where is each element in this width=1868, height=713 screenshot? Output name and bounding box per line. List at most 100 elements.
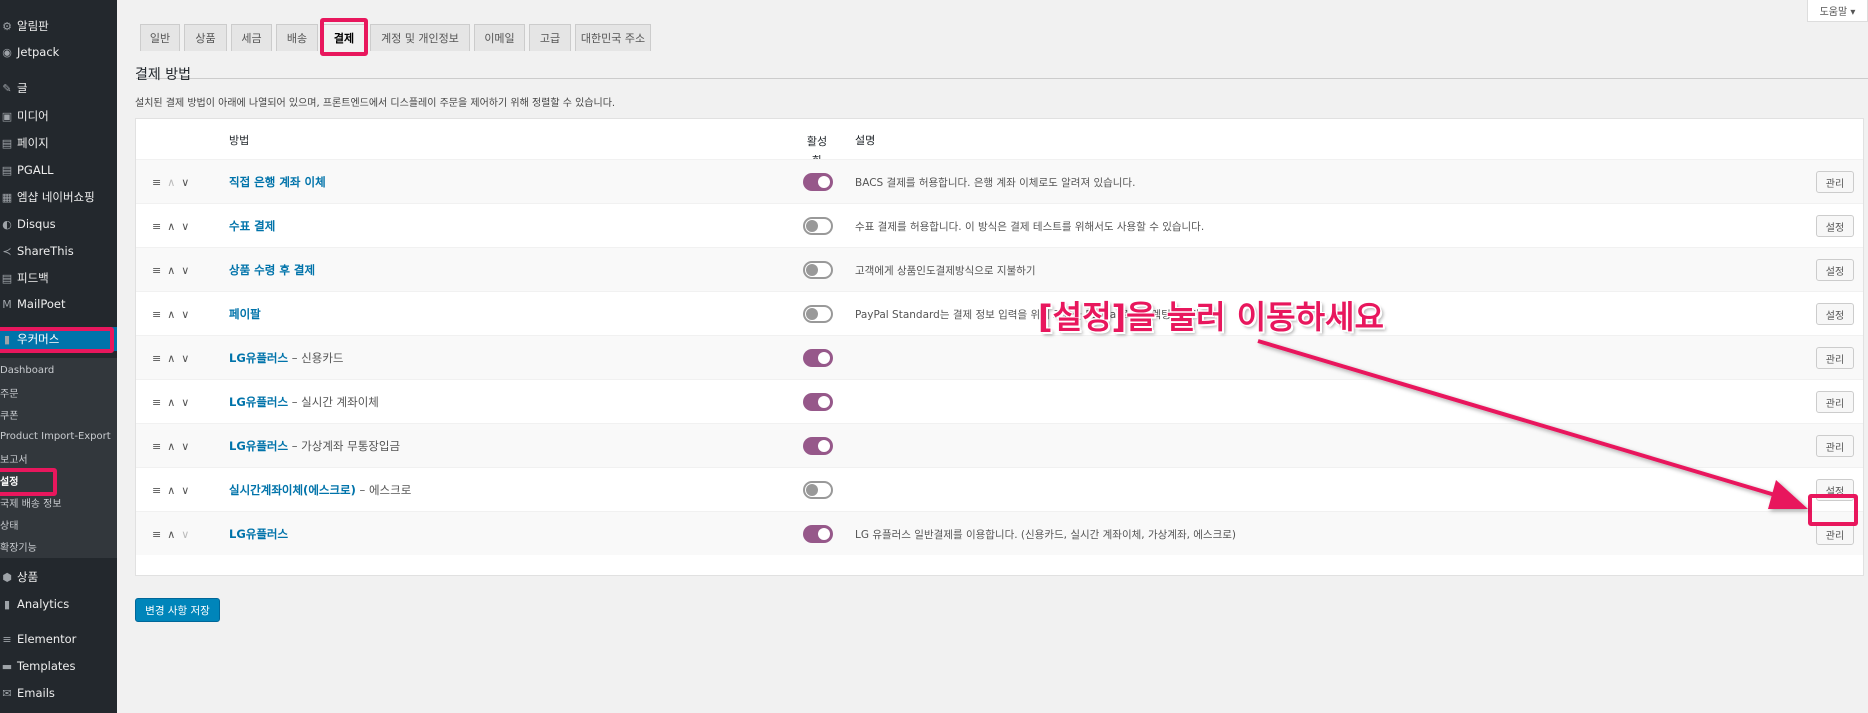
sort-controls[interactable]: ≡ ∧ ∨ (152, 438, 208, 454)
save-changes-button[interactable]: 변경 사항 저장 (135, 598, 220, 622)
gateway-name-link[interactable]: LG유플러스 (229, 526, 288, 542)
drag-handle-icon[interactable]: ≡ (152, 176, 161, 189)
enabled-toggle[interactable] (803, 437, 833, 455)
sidebar-item-pgall[interactable]: ▤ PGALL (0, 158, 117, 182)
gateway-name[interactable]: 직접 은행 계좌 이체 (229, 175, 326, 189)
submenu-item[interactable]: 주문 (0, 382, 117, 402)
sort-controls[interactable]: ≡ ∧ ∨ (152, 350, 208, 366)
sidebar-item-templates[interactable]: ▬ Templates (0, 654, 117, 678)
gateway-name[interactable]: 페이팔 (229, 307, 261, 321)
chevron-up-icon[interactable]: ∧ (167, 440, 175, 453)
gateway-name[interactable]: 실시간계좌이체(에스크로) (229, 483, 356, 497)
gateway-name[interactable]: LG유플러스 (229, 439, 288, 453)
gateway-name[interactable]: 상품 수령 후 결제 (229, 263, 315, 277)
gateway-name-link[interactable]: 페이팔 (229, 306, 261, 322)
gateway-name[interactable]: LG유플러스 (229, 527, 288, 541)
chevron-down-icon[interactable]: ∨ (181, 308, 189, 321)
enabled-toggle[interactable] (803, 525, 833, 543)
submenu-item[interactable]: 상태 (0, 514, 117, 534)
gateway-name[interactable]: LG유플러스 (229, 351, 288, 365)
sidebar-item-product[interactable]: ⬢ 상품 (0, 565, 117, 589)
tab-8[interactable]: 대한민국 주소 (575, 24, 651, 51)
sidebar-item-media[interactable]: ▣ 미디어 (0, 104, 117, 128)
gateway-name-link[interactable]: 실시간계좌이체(에스크로) – 에스크로 (229, 482, 411, 498)
setup-button[interactable]: 설정 (1816, 303, 1854, 325)
submenu-item[interactable]: 쿠폰 (0, 404, 117, 424)
drag-handle-icon[interactable]: ≡ (152, 220, 161, 233)
submenu-item[interactable]: Product Import-Export (0, 426, 117, 446)
enabled-toggle[interactable] (803, 261, 833, 279)
drag-handle-icon[interactable]: ≡ (152, 308, 161, 321)
sort-controls[interactable]: ≡ ∧ ∨ (152, 306, 208, 322)
tab-7[interactable]: 고급 (529, 24, 571, 51)
manage-button[interactable]: 관리 (1816, 347, 1854, 369)
sort-controls[interactable]: ≡ ∧ ∨ (152, 482, 208, 498)
manage-button[interactable]: 관리 (1816, 523, 1854, 545)
sidebar-item-mailpoet[interactable]: M MailPoet (0, 292, 117, 316)
setup-button[interactable]: 설정 (1816, 259, 1854, 281)
sidebar-item-analytics[interactable]: ▮ Analytics (0, 592, 117, 616)
manage-button[interactable]: 관리 (1816, 171, 1854, 193)
submenu-item[interactable]: Dashboard (0, 360, 117, 380)
gateway-name-link[interactable]: 상품 수령 후 결제 (229, 262, 315, 278)
gateway-name-link[interactable]: 직접 은행 계좌 이체 (229, 174, 326, 190)
chevron-down-icon[interactable]: ∨ (181, 352, 189, 365)
sidebar-item-pin[interactable]: ✎ 글 (0, 76, 117, 100)
sidebar-item-bell[interactable]: ⚙ 알림판 (0, 14, 117, 38)
enabled-toggle[interactable] (803, 173, 833, 191)
submenu-item[interactable]: 보고서 (0, 448, 117, 468)
enabled-toggle[interactable] (803, 393, 833, 411)
sort-controls[interactable]: ≡ ∧ ∨ (152, 174, 208, 190)
chevron-up-icon[interactable]: ∧ (167, 264, 175, 277)
chevron-up-icon[interactable]: ∧ (167, 308, 175, 321)
sidebar-item-disqus[interactable]: ◐ Disqus (0, 212, 117, 236)
drag-handle-icon[interactable]: ≡ (152, 396, 161, 409)
sidebar-item-shop[interactable]: ▦ 엠샵 네이버쇼핑 (0, 185, 117, 209)
drag-handle-icon[interactable]: ≡ (152, 528, 161, 541)
tab-6[interactable]: 이메일 (474, 24, 525, 51)
enabled-toggle[interactable] (803, 481, 833, 499)
drag-handle-icon[interactable]: ≡ (152, 440, 161, 453)
tab-2[interactable]: 세금 (231, 24, 272, 51)
gateway-name-link[interactable]: LG유플러스 – 가상계좌 무통장입금 (229, 438, 400, 454)
sort-controls[interactable]: ≡ ∧ ∨ (152, 526, 208, 542)
sidebar-item-feedback[interactable]: ▤ 피드백 (0, 266, 117, 290)
sort-controls[interactable]: ≡ ∧ ∨ (152, 394, 208, 410)
chevron-up-icon[interactable]: ∧ (167, 396, 175, 409)
gateway-name-link[interactable]: LG유플러스 – 실시간 계좌이체 (229, 394, 379, 410)
tab-3[interactable]: 배송 (276, 24, 318, 51)
chevron-down-icon[interactable]: ∨ (181, 176, 189, 189)
enabled-toggle[interactable] (803, 217, 833, 235)
tab-1[interactable]: 상품 (184, 24, 227, 51)
drag-handle-icon[interactable]: ≡ (152, 352, 161, 365)
sort-controls[interactable]: ≡ ∧ ∨ (152, 218, 208, 234)
drag-handle-icon[interactable]: ≡ (152, 484, 161, 497)
sort-controls[interactable]: ≡ ∧ ∨ (152, 262, 208, 278)
gateway-name-link[interactable]: LG유플러스 – 신용카드 (229, 350, 343, 366)
chevron-up-icon[interactable]: ∧ (167, 220, 175, 233)
sidebar-item-page[interactable]: ▤ 페이지 (0, 131, 117, 155)
setup-button[interactable]: 설정 (1816, 215, 1854, 237)
chevron-up-icon[interactable]: ∧ (167, 352, 175, 365)
chevron-up-icon[interactable]: ∧ (167, 484, 175, 497)
enabled-toggle[interactable] (803, 305, 833, 323)
tab-0[interactable]: 일반 (140, 24, 180, 51)
chevron-down-icon[interactable]: ∨ (181, 528, 189, 541)
enabled-toggle[interactable] (803, 349, 833, 367)
sidebar-item-jetpack[interactable]: ◉ Jetpack (0, 40, 117, 64)
tab-5[interactable]: 계정 및 개인정보 (370, 24, 470, 51)
chevron-down-icon[interactable]: ∨ (181, 440, 189, 453)
sidebar-item-emails[interactable]: ✉ Emails (0, 681, 117, 705)
manage-button[interactable]: 관리 (1816, 435, 1854, 457)
gateway-name[interactable]: LG유플러스 (229, 395, 288, 409)
help-button[interactable]: 도움말 ▾ (1807, 0, 1868, 22)
drag-handle-icon[interactable]: ≡ (152, 264, 161, 277)
gateway-name-link[interactable]: 수표 결제 (229, 218, 275, 234)
chevron-down-icon[interactable]: ∨ (181, 484, 189, 497)
chevron-down-icon[interactable]: ∨ (181, 264, 189, 277)
chevron-up-icon[interactable]: ∧ (167, 528, 175, 541)
submenu-item[interactable]: 확장기능 (0, 536, 117, 556)
chevron-up-icon[interactable]: ∧ (167, 176, 175, 189)
sidebar-item-elementor[interactable]: ≡ Elementor (0, 627, 117, 651)
gateway-name[interactable]: 수표 결제 (229, 219, 275, 233)
